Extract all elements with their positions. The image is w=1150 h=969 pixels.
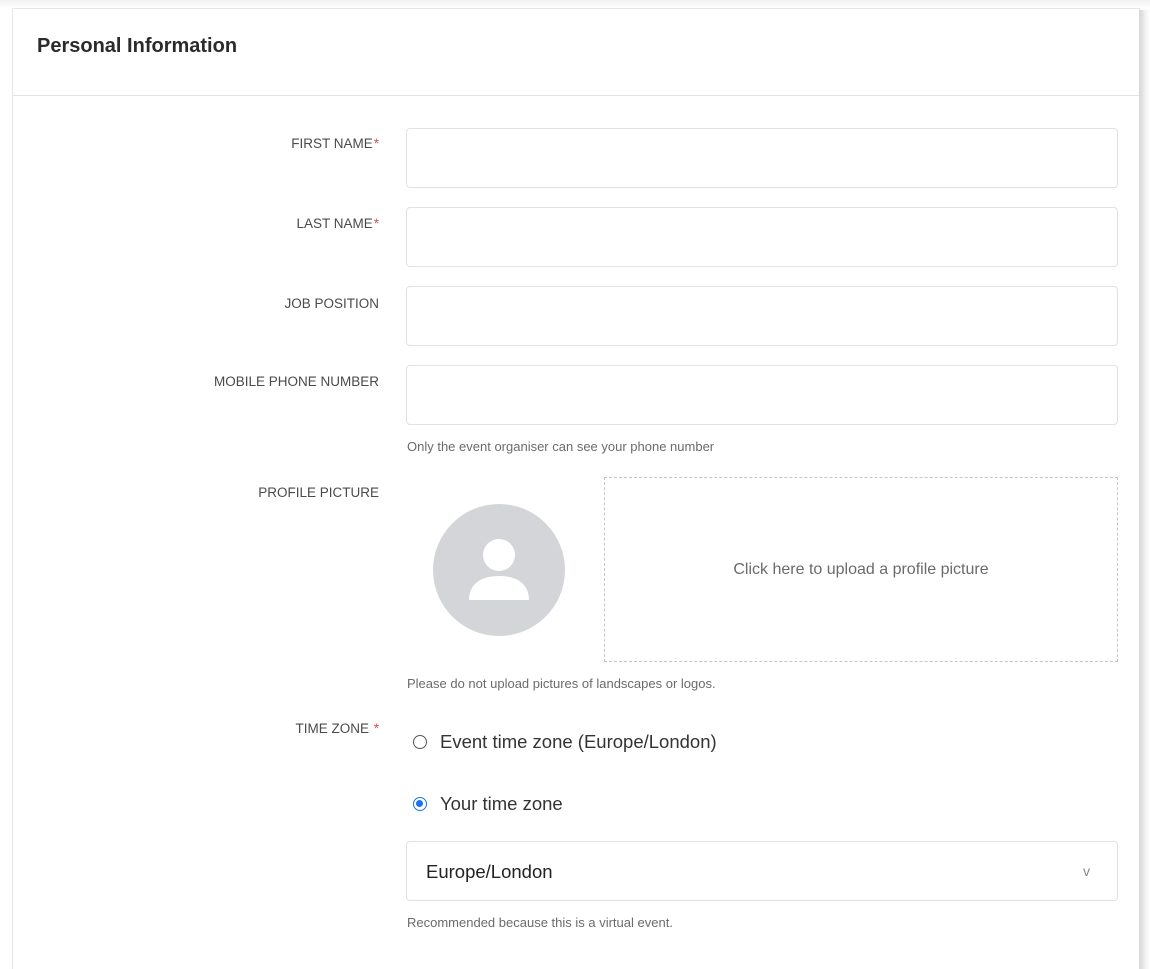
job-position-input[interactable]	[406, 286, 1118, 346]
required-asterisk: *	[373, 216, 379, 231]
required-asterisk: *	[373, 136, 379, 151]
personal-information-card: Personal Information FIRST NAME* LAST NA…	[12, 8, 1140, 969]
first-name-input[interactable]	[406, 128, 1118, 188]
chevron-down-icon: v	[1083, 863, 1090, 879]
profile-picture-help-text: Please do not upload pictures of landsca…	[407, 676, 716, 691]
user-silhouette-icon	[469, 539, 529, 600]
your-time-zone-option[interactable]: Your time zone	[413, 793, 563, 815]
mobile-phone-input[interactable]	[406, 365, 1118, 425]
page-title: Personal Information	[37, 35, 238, 57]
avatar	[433, 504, 565, 636]
your-time-zone-radio[interactable]	[413, 797, 427, 811]
time-zone-help-text: Recommended because this is a virtual ev…	[407, 915, 673, 930]
required-asterisk: *	[373, 721, 379, 736]
event-time-zone-radio[interactable]	[413, 735, 427, 749]
phone-help-text: Only the event organiser can see your ph…	[407, 439, 715, 454]
card-header: Personal Information	[13, 9, 1139, 96]
page-shadow-top	[0, 0, 1150, 8]
event-time-zone-option[interactable]: Event time zone (Europe/London)	[413, 731, 717, 753]
time-zone-select[interactable]: Europe/London v	[406, 841, 1118, 901]
job-position-label: JOB POSITION	[284, 296, 379, 311]
your-time-zone-label: Your time zone	[440, 793, 563, 814]
last-name-input[interactable]	[406, 207, 1118, 267]
mobile-phone-label: MOBILE PHONE NUMBER	[213, 374, 379, 389]
last-name-label: LAST NAME*	[296, 216, 379, 231]
event-time-zone-label: Event time zone (Europe/London)	[440, 731, 717, 752]
first-name-label: FIRST NAME*	[291, 136, 379, 151]
page-shadow-right	[1140, 10, 1150, 969]
time-zone-select-value: Europe/London	[426, 861, 553, 882]
profile-picture-upload-area[interactable]: Click here to upload a profile picture	[604, 477, 1118, 662]
profile-picture-label: PROFILE PICTURE	[258, 485, 379, 500]
time-zone-label: TIME ZONE *	[295, 721, 379, 736]
upload-prompt: Click here to upload a profile picture	[733, 560, 989, 578]
